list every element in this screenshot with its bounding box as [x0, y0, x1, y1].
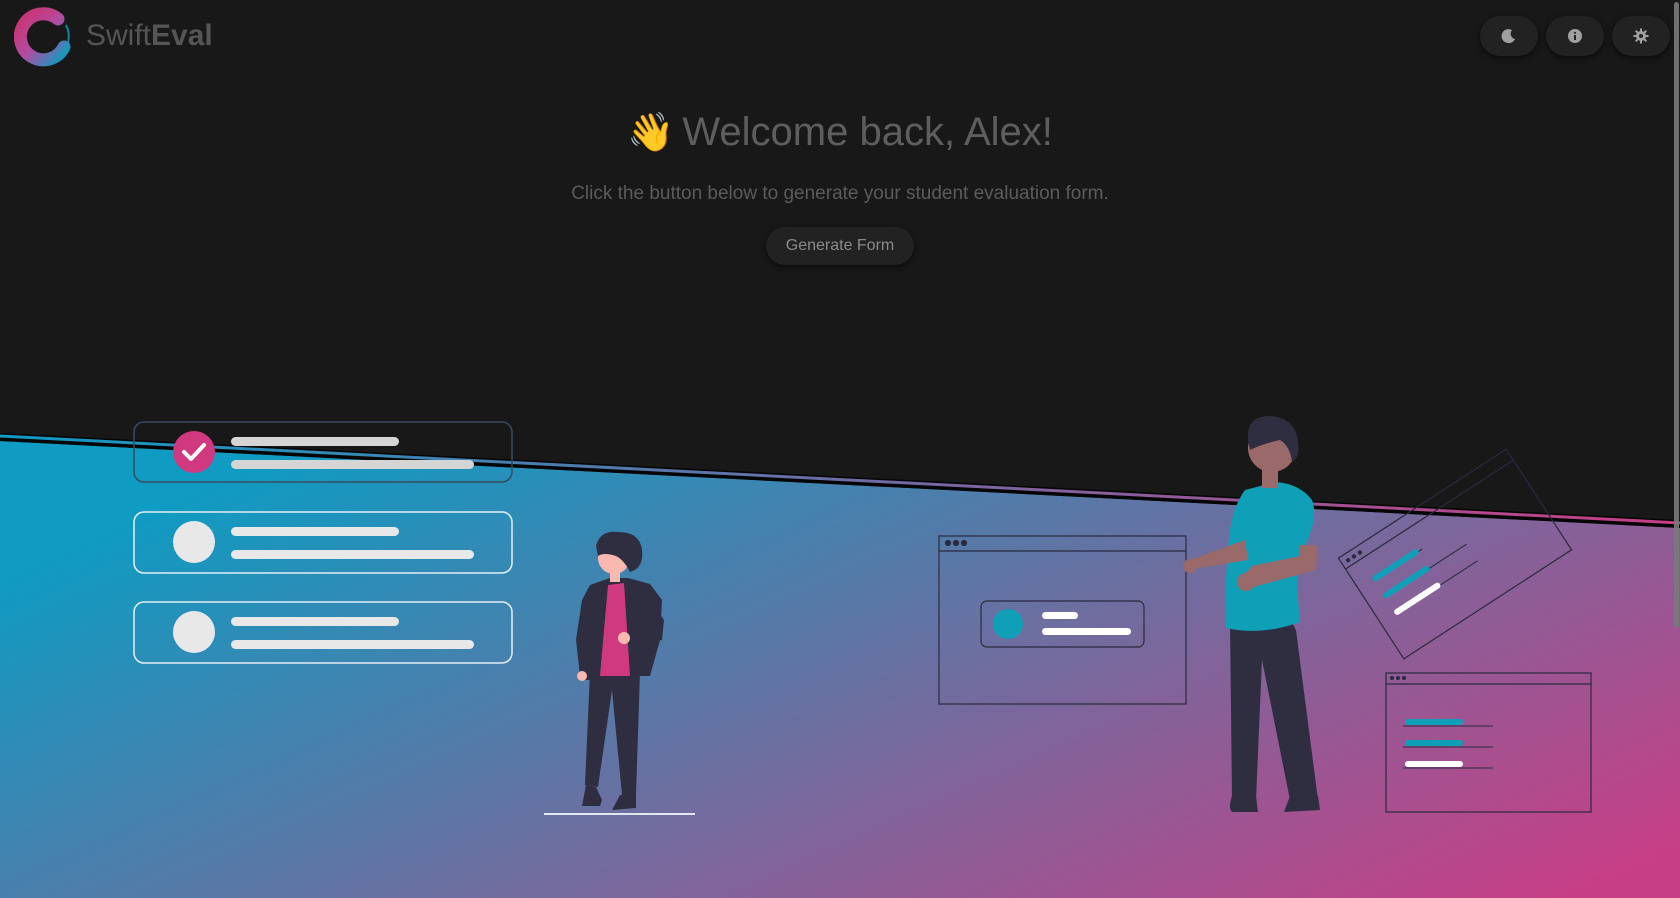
- brand-logo[interactable]: SwiftEval: [14, 4, 213, 68]
- moon-icon: [1501, 29, 1515, 44]
- logo-icon: [14, 7, 71, 67]
- top-toolbar: [1480, 16, 1670, 56]
- app-name: SwiftEval: [86, 19, 213, 52]
- info-button[interactable]: [1546, 16, 1604, 56]
- generate-form-button[interactable]: Generate Form: [765, 227, 915, 265]
- welcome-heading: 👋 Welcome back, Alex!: [627, 110, 1053, 155]
- waving-hand-icon: 👋: [627, 111, 675, 154]
- scrollbar-thumb[interactable]: [1674, 2, 1679, 628]
- hero-section: 👋 Welcome back, Alex! Click the button b…: [0, 110, 1680, 265]
- app-page: SwiftEval 👋 Welcome back, Alex! Click th…: [0, 0, 1680, 898]
- welcome-subtitle: Click the button below to generate your …: [571, 183, 1109, 204]
- gear-icon: [1633, 28, 1649, 44]
- dark-mode-button[interactable]: [1480, 16, 1538, 56]
- settings-button[interactable]: [1612, 16, 1670, 56]
- welcome-text: Welcome back, Alex!: [682, 110, 1053, 154]
- info-icon: [1568, 29, 1582, 43]
- page-scrollbar[interactable]: [1672, 0, 1680, 898]
